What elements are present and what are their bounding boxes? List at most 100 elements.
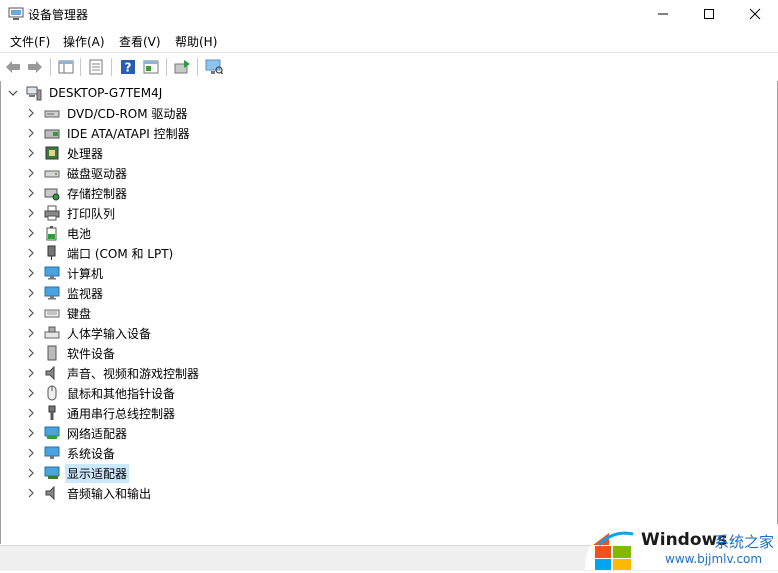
- expand-chevron-icon[interactable]: [25, 307, 37, 319]
- forward-arrow-icon: [28, 61, 42, 73]
- tree-category-label: 电池: [67, 226, 92, 241]
- expand-chevron-icon[interactable]: [25, 227, 37, 239]
- expand-chevron-icon[interactable]: [25, 447, 37, 459]
- display-adapter-icon: [43, 465, 61, 481]
- tree-category-row[interactable]: 键盘: [25, 303, 93, 323]
- expand-chevron-icon[interactable]: [25, 267, 37, 279]
- tree-category-row[interactable]: 系统设备: [25, 443, 117, 463]
- update-driver-button[interactable]: [172, 57, 192, 77]
- expand-chevron-icon[interactable]: [25, 187, 37, 199]
- menu-view[interactable]: 查看(V): [119, 33, 161, 50]
- expand-chevron-icon[interactable]: [25, 247, 37, 259]
- close-button[interactable]: [732, 0, 778, 28]
- tree-category-label: 键盘: [67, 306, 92, 321]
- menu-action[interactable]: 操作(A): [63, 33, 105, 50]
- expand-chevron-icon[interactable]: [25, 287, 37, 299]
- toolbar: ?: [0, 52, 778, 82]
- tree-category-row[interactable]: 人体学输入设备: [25, 323, 153, 343]
- dvd-drive-icon: [43, 105, 61, 121]
- battery-icon: [43, 225, 61, 241]
- expand-chevron-icon[interactable]: [25, 427, 37, 439]
- expand-chevron-icon[interactable]: [25, 127, 37, 139]
- tree-category-label: DVD/CD-ROM 驱动器: [67, 106, 188, 121]
- expand-chevron-icon[interactable]: [25, 467, 37, 479]
- expand-chevron-icon[interactable]: [25, 487, 37, 499]
- menu-help[interactable]: 帮助(H): [175, 33, 217, 50]
- expand-chevron-icon[interactable]: [25, 107, 37, 119]
- tree-category-label: 人体学输入设备: [67, 326, 152, 341]
- storage-controller-icon: [43, 185, 61, 201]
- expand-chevron-icon[interactable]: [25, 387, 37, 399]
- scan-hardware-button[interactable]: [204, 57, 224, 77]
- properties-icon: [89, 59, 103, 75]
- menu-file[interactable]: 文件(F): [10, 33, 50, 50]
- tree-category-label: 系统设备: [67, 446, 116, 461]
- ide-controller-icon: [43, 125, 61, 141]
- tree-category-row[interactable]: 处理器: [25, 143, 105, 163]
- back-button[interactable]: [3, 57, 23, 77]
- watermark-logo: Windows 系统之家 www.bjjmlv.com: [583, 520, 778, 570]
- tree-category-label: 处理器: [67, 146, 104, 161]
- tree-category-row[interactable]: 音频输入和输出: [25, 483, 153, 503]
- tree-category-label: 音频输入和输出: [67, 486, 152, 501]
- expand-chevron-icon[interactable]: [25, 147, 37, 159]
- minimize-icon: [658, 13, 668, 15]
- tree-category-row[interactable]: 软件设备: [25, 343, 117, 363]
- device-manager-app-icon: [8, 7, 24, 21]
- device-tree: DESKTOP-G7TEM4J DVD/CD-ROM 驱动器 IDE ATA/AT…: [0, 81, 778, 544]
- tree-category-row[interactable]: 网络适配器: [25, 423, 129, 443]
- menu-bar: 文件(F) 操作(A) 查看(V) 帮助(H): [0, 30, 778, 50]
- network-adapter-icon: [43, 425, 61, 441]
- tree-category-row[interactable]: 磁盘驱动器: [25, 163, 129, 183]
- tree-category-row[interactable]: 电池: [25, 223, 93, 243]
- expand-chevron-icon[interactable]: [25, 207, 37, 219]
- properties-button[interactable]: [86, 57, 106, 77]
- show-hide-console-tree-button[interactable]: [56, 57, 76, 77]
- tree-root-computer[interactable]: DESKTOP-G7TEM4J: [7, 83, 164, 103]
- expand-chevron-icon[interactable]: [25, 327, 37, 339]
- port-icon: [43, 245, 61, 261]
- scan-hardware-icon: [205, 59, 223, 75]
- tree-category-row[interactable]: 计算机: [25, 263, 105, 283]
- expand-chevron-icon[interactable]: [25, 167, 37, 179]
- tree-category-row[interactable]: 存储控制器: [25, 183, 129, 203]
- tree-category-label: IDE ATA/ATAPI 控制器: [67, 126, 190, 141]
- tree-category-row[interactable]: DVD/CD-ROM 驱动器: [25, 103, 189, 123]
- expand-chevron-icon[interactable]: [25, 367, 37, 379]
- software-device-icon: [43, 345, 61, 361]
- expand-chevron-icon[interactable]: [25, 407, 37, 419]
- audio-io-icon: [43, 485, 61, 501]
- minimize-button[interactable]: [640, 0, 686, 28]
- tree-category-label: 监视器: [67, 286, 104, 301]
- action-pane-icon: [143, 60, 159, 74]
- tree-category-row[interactable]: 鼠标和其他指针设备: [25, 383, 177, 403]
- tree-category-label: 端口 (COM 和 LPT): [67, 246, 174, 261]
- svg-text:?: ?: [125, 61, 132, 75]
- tree-category-row[interactable]: 声音、视频和游戏控制器: [25, 363, 201, 383]
- tree-category-row[interactable]: 端口 (COM 和 LPT): [25, 243, 175, 263]
- tree-root-label: DESKTOP-G7TEM4J: [49, 86, 163, 100]
- sound-icon: [43, 365, 61, 381]
- maximize-icon: [704, 9, 714, 19]
- tree-category-label: 鼠标和其他指针设备: [67, 386, 176, 401]
- tree-category-label: 磁盘驱动器: [67, 166, 128, 181]
- system-device-icon: [43, 445, 61, 461]
- tree-category-row[interactable]: 监视器: [25, 283, 105, 303]
- computer-icon: [25, 85, 43, 101]
- close-icon: [749, 8, 761, 20]
- expand-chevron-icon[interactable]: [25, 347, 37, 359]
- tree-category-label: 网络适配器: [67, 426, 128, 441]
- tree-category-row[interactable]: IDE ATA/ATAPI 控制器: [25, 123, 192, 143]
- tree-category-label: 存储控制器: [67, 186, 128, 201]
- window-title: 设备管理器: [28, 8, 89, 22]
- help-button[interactable]: ?: [118, 57, 138, 77]
- tree-category-label: 打印队列: [67, 206, 116, 221]
- usb-icon: [43, 405, 61, 421]
- maximize-button[interactable]: [686, 0, 732, 28]
- forward-button[interactable]: [25, 57, 45, 77]
- tree-category-row[interactable]: 打印队列: [25, 203, 117, 223]
- collapse-chevron-icon[interactable]: [7, 87, 19, 99]
- tree-category-row[interactable]: 显示适配器: [25, 463, 130, 483]
- tree-category-row[interactable]: 通用串行总线控制器: [25, 403, 177, 423]
- action-pane-button[interactable]: [141, 57, 161, 77]
